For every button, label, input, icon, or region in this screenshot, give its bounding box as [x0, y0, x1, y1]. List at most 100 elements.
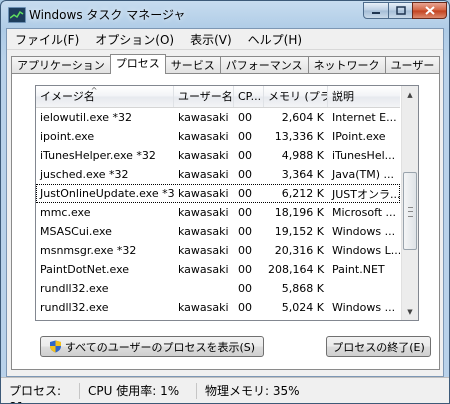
cell-memory: 2,604 K: [281, 111, 324, 124]
status-memory: 物理メモリ: 35%: [205, 384, 300, 398]
cell-image-name: rundll32.exe: [40, 282, 109, 295]
table-row[interactable]: iTunesHelper.exe *32 kawasaki 00 4,988 K iTu…: [36, 146, 400, 165]
maximize-button[interactable]: [388, 2, 413, 19]
cell-cpu: 00: [234, 320, 264, 321]
cell-cpu: 00: [238, 187, 252, 200]
cell-cpu: 00: [238, 149, 252, 162]
tab-services[interactable]: サービス: [164, 56, 221, 73]
close-icon: [424, 6, 435, 15]
tab-applications[interactable]: アプリケーション: [11, 56, 111, 73]
cell-memory: 27,488 K: [264, 320, 328, 321]
sort-up-icon: ^: [90, 86, 98, 95]
cell-description: JUSTオンラ...: [332, 187, 400, 201]
cell-cpu: 00: [238, 130, 252, 143]
tab-networking[interactable]: ネットワーク: [307, 56, 386, 73]
cell-memory: 6,212 K: [281, 187, 324, 200]
table-row[interactable]: rundll32.exe 00 5,868 K: [36, 279, 400, 298]
cell-image-name: jusched.exe *32: [40, 168, 129, 181]
status-process-count: プロセス: 81: [1, 383, 80, 403]
cell-description: Windows ...: [332, 225, 396, 238]
cell-memory: 4,988 K: [281, 149, 324, 162]
scroll-thumb[interactable]: [403, 172, 417, 250]
cell-description: Microsoft ...: [332, 206, 397, 219]
cell-image-name: ielowutil.exe *32: [40, 111, 133, 124]
cell-image-name: ipoint.exe: [40, 130, 95, 143]
cell-cpu: 00: [238, 225, 252, 238]
table-row[interactable]: rundll32.exe kawasaki 00 5,024 K Windows ...: [36, 298, 400, 317]
cell-cpu: 00: [238, 206, 252, 219]
maximize-icon: [395, 6, 406, 15]
menu-view[interactable]: 表示(V): [182, 31, 240, 48]
menu-file[interactable]: ファイル(F): [7, 31, 87, 48]
cell-image-name: MSASCui.exe: [40, 225, 112, 238]
table-row[interactable]: sidebar.exekawasaki0027,488 KWindows ...: [36, 317, 400, 321]
shield-icon: [49, 340, 61, 353]
cell-description: Windows ...: [328, 320, 400, 321]
cell-cpu: 00: [238, 263, 252, 276]
cell-user-name: kawasaki: [178, 244, 229, 257]
status-cpu-usage: CPU 使用率: 1%: [80, 383, 197, 399]
cell-user-name: kawasaki: [174, 320, 234, 321]
end-process-button[interactable]: プロセスの終了(E): [326, 336, 431, 357]
client-area: ファイル(F) オプション(O) 表示(V) ヘルプ(H) アプリケーション プ…: [6, 28, 444, 377]
cell-memory: 5,868 K: [281, 282, 324, 295]
cell-memory: 20,316 K: [274, 244, 324, 257]
show-all-users-label: すべてのユーザーのプロセスを表示(S): [64, 340, 256, 354]
table-row[interactable]: mmc.exe kawasaki 00 18,196 K Microsoft ...: [36, 203, 400, 222]
column-user-name[interactable]: ユーザー名: [174, 86, 234, 107]
minimize-icon: [372, 11, 380, 14]
scroll-down-button[interactable]: ▼: [402, 303, 418, 320]
table-row[interactable]: PaintDotNet.exe kawasaki 00 208,164 K Paint.…: [36, 260, 400, 279]
cell-image-name: JustOnlineUpdate.exe *32: [40, 187, 174, 200]
process-rows: ielowutil.exe *32 kawasaki 00 2,604 K Intern…: [36, 108, 400, 321]
cell-image-name: msnmsgr.exe *32: [40, 244, 137, 257]
show-all-users-button[interactable]: すべてのユーザーのプロセスを表示(S): [40, 336, 264, 357]
cell-user-name: kawasaki: [178, 187, 229, 200]
cell-description: IPoint.exe: [332, 130, 386, 143]
tab-processes[interactable]: プロセス: [109, 54, 166, 74]
menu-help[interactable]: ヘルプ(H): [240, 31, 310, 48]
vertical-scrollbar[interactable]: ▲ ▼: [401, 86, 418, 320]
cell-image-name: iTunesHelper.exe *32: [40, 149, 156, 162]
cell-memory: 18,196 K: [274, 206, 324, 219]
column-description[interactable]: 説明: [328, 86, 400, 107]
column-cpu[interactable]: CP...: [234, 86, 264, 107]
column-image-name[interactable]: ^ イメージ名: [36, 86, 174, 107]
scroll-up-button[interactable]: ▲: [402, 86, 418, 103]
grip-icon: [408, 207, 413, 217]
list-header: ^ イメージ名 ユーザー名 CP... メモリ (プラ... 説明: [36, 86, 400, 108]
table-row[interactable]: ielowutil.exe *32 kawasaki 00 2,604 K Intern…: [36, 108, 400, 127]
cell-user-name: kawasaki: [178, 206, 229, 219]
cell-user-name: kawasaki: [178, 149, 229, 162]
cell-description: Internet E...: [332, 111, 397, 124]
cell-description: Paint.NET: [332, 263, 385, 276]
task-manager-window: Windows タスク マネージャ ファイル(F) オプション(O) 表示(V)…: [0, 0, 450, 404]
process-list[interactable]: ^ イメージ名 ユーザー名 CP... メモリ (プラ... 説明 ielowu…: [35, 85, 419, 321]
arrow-up-icon: ▲: [407, 90, 413, 99]
tab-performance[interactable]: パフォーマンス: [219, 56, 309, 73]
cell-cpu: 00: [238, 301, 252, 314]
cell-memory: 208,164 K: [268, 263, 325, 276]
table-row[interactable]: MSASCui.exe kawasaki 00 19,152 K Windows ...: [36, 222, 400, 241]
table-row[interactable]: jusched.exe *32 kawasaki 00 3,364 K Java(TM)…: [36, 165, 400, 184]
cell-cpu: 00: [238, 168, 252, 181]
tab-users[interactable]: ユーザー: [384, 56, 441, 73]
cell-image-name: rundll32.exe: [40, 301, 109, 314]
title-bar[interactable]: Windows タスク マネージャ: [1, 1, 449, 28]
table-row[interactable]: msnmsgr.exe *32 kawasaki 00 20,316 K Windows…: [36, 241, 400, 260]
table-row[interactable]: JustOnlineUpdate.exe *32 kawasaki 00 6,212 …: [36, 184, 400, 203]
close-button[interactable]: [412, 2, 447, 19]
cell-memory: 19,152 K: [274, 225, 324, 238]
cell-user-name: kawasaki: [178, 111, 229, 124]
cell-cpu: 00: [238, 282, 252, 295]
tab-strip: アプリケーション プロセス サービス パフォーマンス ネットワーク ユーザー: [11, 54, 441, 74]
table-row[interactable]: ipoint.exe kawasaki 00 13,336 K IPoint.exe: [36, 127, 400, 146]
column-memory[interactable]: メモリ (プラ...: [264, 86, 328, 107]
cell-description: Windows L...: [332, 244, 400, 257]
menu-options[interactable]: オプション(O): [87, 31, 182, 48]
minimize-button[interactable]: [363, 2, 389, 19]
cell-user-name: kawasaki: [178, 168, 229, 181]
cell-user-name: kawasaki: [178, 301, 229, 314]
cell-cpu: 00: [238, 244, 252, 257]
cell-cpu: 00: [238, 111, 252, 124]
